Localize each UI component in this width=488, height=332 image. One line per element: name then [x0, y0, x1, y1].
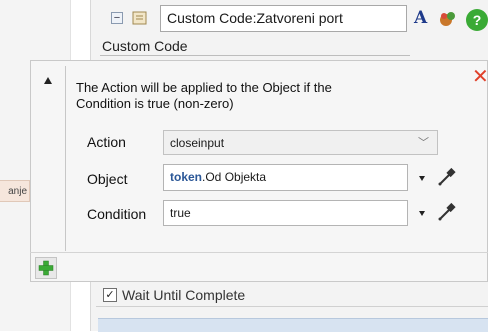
- popup-description: The Action will be applied to the Object…: [76, 80, 332, 111]
- help-icon[interactable]: ?: [466, 9, 488, 31]
- action-label: Action: [87, 134, 126, 150]
- panel-footer-band: [98, 318, 488, 332]
- color-picker-icon[interactable]: [438, 10, 458, 28]
- code-title-value: Custom Code:Zatvoreni port: [167, 10, 343, 26]
- object-sampler-eyedropper-icon[interactable]: [436, 166, 458, 188]
- panel-divider: [96, 306, 488, 307]
- object-label: Object: [87, 171, 128, 187]
- action-select[interactable]: closeinput ﹀: [163, 130, 438, 155]
- left-side-tab-label: anje: [8, 186, 27, 197]
- code-section-underline: [100, 55, 410, 56]
- code-title-field[interactable]: Custom Code:Zatvoreni port: [160, 5, 407, 32]
- add-button[interactable]: [35, 257, 57, 279]
- wait-until-complete-label: Wait Until Complete: [122, 287, 246, 303]
- help-icon-glyph: ?: [472, 12, 482, 28]
- left-side-tab[interactable]: anje: [0, 180, 30, 202]
- font-style-label: A: [414, 8, 428, 28]
- object-value-rest: .Od Objekta: [202, 170, 267, 184]
- popup-vertical-divider: [65, 66, 66, 251]
- font-style-button[interactable]: A: [414, 8, 427, 28]
- object-keyword: token: [170, 170, 203, 184]
- action-select-value: closeinput: [170, 136, 225, 150]
- wait-until-complete-row[interactable]: ✓ Wait Until Complete: [103, 287, 245, 303]
- close-icon[interactable]: ✕: [472, 66, 488, 86]
- plus-icon: [38, 260, 54, 276]
- chevron-down-icon: ﹀: [418, 137, 429, 149]
- object-field[interactable]: token.Od Objekta: [163, 164, 408, 191]
- collapse-arrow-icon[interactable]: [44, 77, 52, 84]
- collapse-toggle-icon[interactable]: −: [111, 12, 123, 24]
- popup-bottom-divider: [30, 252, 488, 253]
- condition-label: Condition: [87, 206, 147, 222]
- wait-until-complete-checkbox[interactable]: ✓: [103, 288, 117, 302]
- condition-value: true: [170, 206, 191, 220]
- condition-dropdown-arrow-icon[interactable]: [419, 211, 425, 216]
- script-scroll-icon: [132, 11, 147, 25]
- code-section-label: Custom Code: [102, 38, 188, 54]
- condition-sampler-eyedropper-icon[interactable]: [436, 201, 458, 223]
- condition-field[interactable]: true: [163, 200, 408, 226]
- object-dropdown-arrow-icon[interactable]: [419, 176, 425, 181]
